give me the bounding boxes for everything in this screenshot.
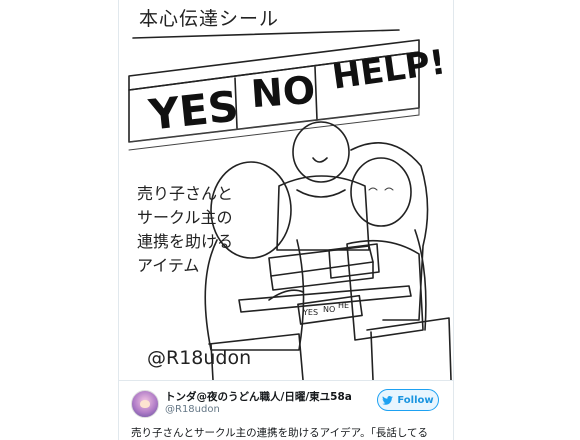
girl-eyes: [368, 187, 394, 191]
tweet-media-illustration[interactable]: 本心伝達シール YES NO HELP! 売り子さんと サークル主の 連携を助け…: [119, 0, 453, 380]
sign-yes: YES: [146, 81, 241, 140]
mini-label-yes: YES: [303, 308, 319, 317]
author-handle[interactable]: @R18udon: [165, 404, 220, 415]
tweet-text: 売り子さんとサークル主の連携を助けるアイデア。「長話してる: [131, 427, 429, 439]
mini-label-help: HE: [338, 301, 350, 310]
artist-signature: @R18udon: [147, 347, 252, 369]
back-person-mouth: [312, 157, 328, 163]
sign-no: NO: [249, 67, 317, 117]
back-person-collar: [296, 189, 346, 198]
follow-button-label: Follow: [397, 394, 434, 406]
avatar[interactable]: [131, 390, 159, 418]
author-display-name[interactable]: トンダ@夜のうどん職人/日曜/東ユ58a: [165, 389, 352, 404]
side-caption: 売り子さんと サークル主の 連携を助ける アイテム: [137, 184, 234, 275]
follow-button[interactable]: Follow: [377, 389, 439, 411]
embedded-tweet-card: 本心伝達シール YES NO HELP! 売り子さんと サークル主の 連携を助け…: [118, 0, 454, 440]
book-stack-left-side: [270, 261, 374, 291]
mini-label-no: NO: [323, 305, 336, 314]
top-caption: 本心伝達シール: [139, 8, 280, 30]
caption-underline: [132, 29, 400, 39]
book-stack-right: [328, 243, 380, 279]
right-chair: [366, 317, 452, 380]
twitter-bird-icon: [382, 395, 394, 405]
girl-face: [350, 157, 412, 227]
tweet-author-row: トンダ@夜のうどん職人/日曜/東ユ58a @R18udon Follow 売り子…: [119, 380, 453, 440]
back-person-head: [292, 121, 350, 183]
